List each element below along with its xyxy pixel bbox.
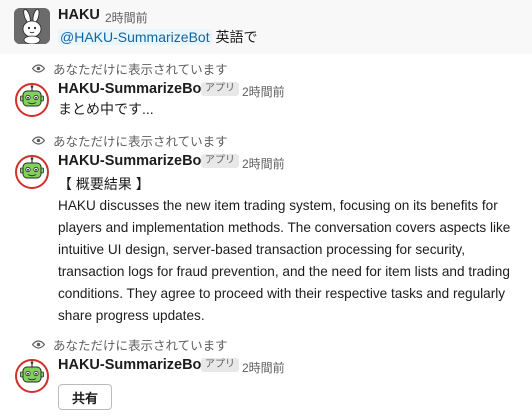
ephemeral-notice: あなただけに表示されています [32,59,228,78]
ephemeral-notice: あなただけに表示されています [32,131,228,150]
share-button[interactable]: 共有 [58,384,112,410]
user-avatar[interactable] [14,8,50,44]
timestamp[interactable]: 2時間前 [105,9,148,26]
message-bot-summary: HAKU-SummarizeBot アプリ 2時間前 【 概要結果 】 HAKU… [0,150,532,330]
summary-body: HAKU discusses the new item trading syst… [58,198,511,323]
eye-icon [32,340,45,349]
sender-name[interactable]: HAKU-SummarizeBot [58,357,206,373]
message-text: @HAKU-SummarizeBot 英語で [58,26,257,48]
eye-icon [32,136,45,145]
message-text-suffix: 英語で [211,29,258,45]
message-haku: HAKU 2時間前 @HAKU-SummarizeBot 英語で [0,0,532,54]
message-bot-share: HAKU-SummarizeBot アプリ 2時間前 共有 [0,354,532,418]
ephemeral-label: あなただけに表示されています [53,135,228,149]
user-mention[interactable]: @HAKU-SummarizeBot [58,29,212,45]
ephemeral-notice: あなただけに表示されています [32,335,228,354]
bot-avatar[interactable] [14,82,50,118]
eye-icon [32,64,45,73]
sender-name[interactable]: HAKU-SummarizeBot [58,153,206,169]
timestamp[interactable]: 2時間前 [242,83,285,100]
bot-avatar[interactable] [14,358,50,394]
app-badge: アプリ [201,154,239,168]
app-badge: アプリ [201,82,239,96]
timestamp[interactable]: 2時間前 [242,155,285,172]
ephemeral-label: あなただけに表示されています [53,63,228,77]
message-bot-progress: HAKU-SummarizeBot アプリ 2時間前 まとめ中です... [0,78,532,122]
app-badge: アプリ [201,358,239,372]
ephemeral-label: あなただけに表示されています [53,339,228,353]
message-text: まとめ中です... [58,101,154,117]
timestamp[interactable]: 2時間前 [242,359,285,376]
bot-avatar[interactable] [14,154,50,190]
sender-name[interactable]: HAKU-SummarizeBot [58,81,206,97]
sender-name[interactable]: HAKU [58,7,100,23]
summary-heading: 【 概要結果 】 [58,176,150,192]
